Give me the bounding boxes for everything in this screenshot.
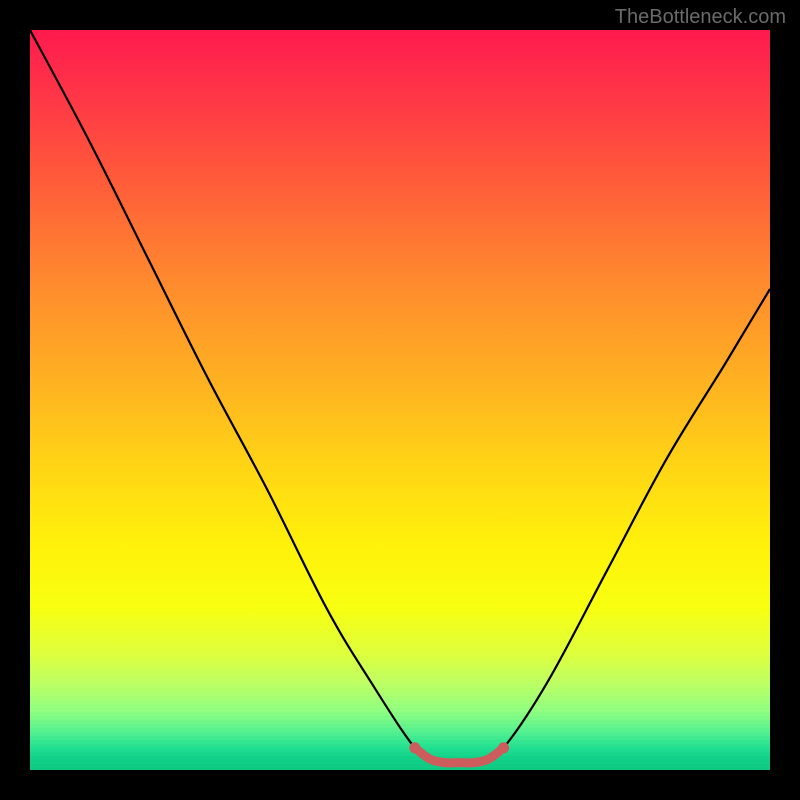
marker-dot — [498, 742, 509, 753]
marker-dot — [409, 742, 420, 753]
chart-plot-area — [30, 30, 770, 770]
watermark-text: TheBottleneck.com — [615, 6, 786, 29]
chart-svg — [30, 30, 770, 770]
optimal-range-marker-path — [415, 748, 504, 763]
bottleneck-curve-path — [30, 30, 770, 764]
